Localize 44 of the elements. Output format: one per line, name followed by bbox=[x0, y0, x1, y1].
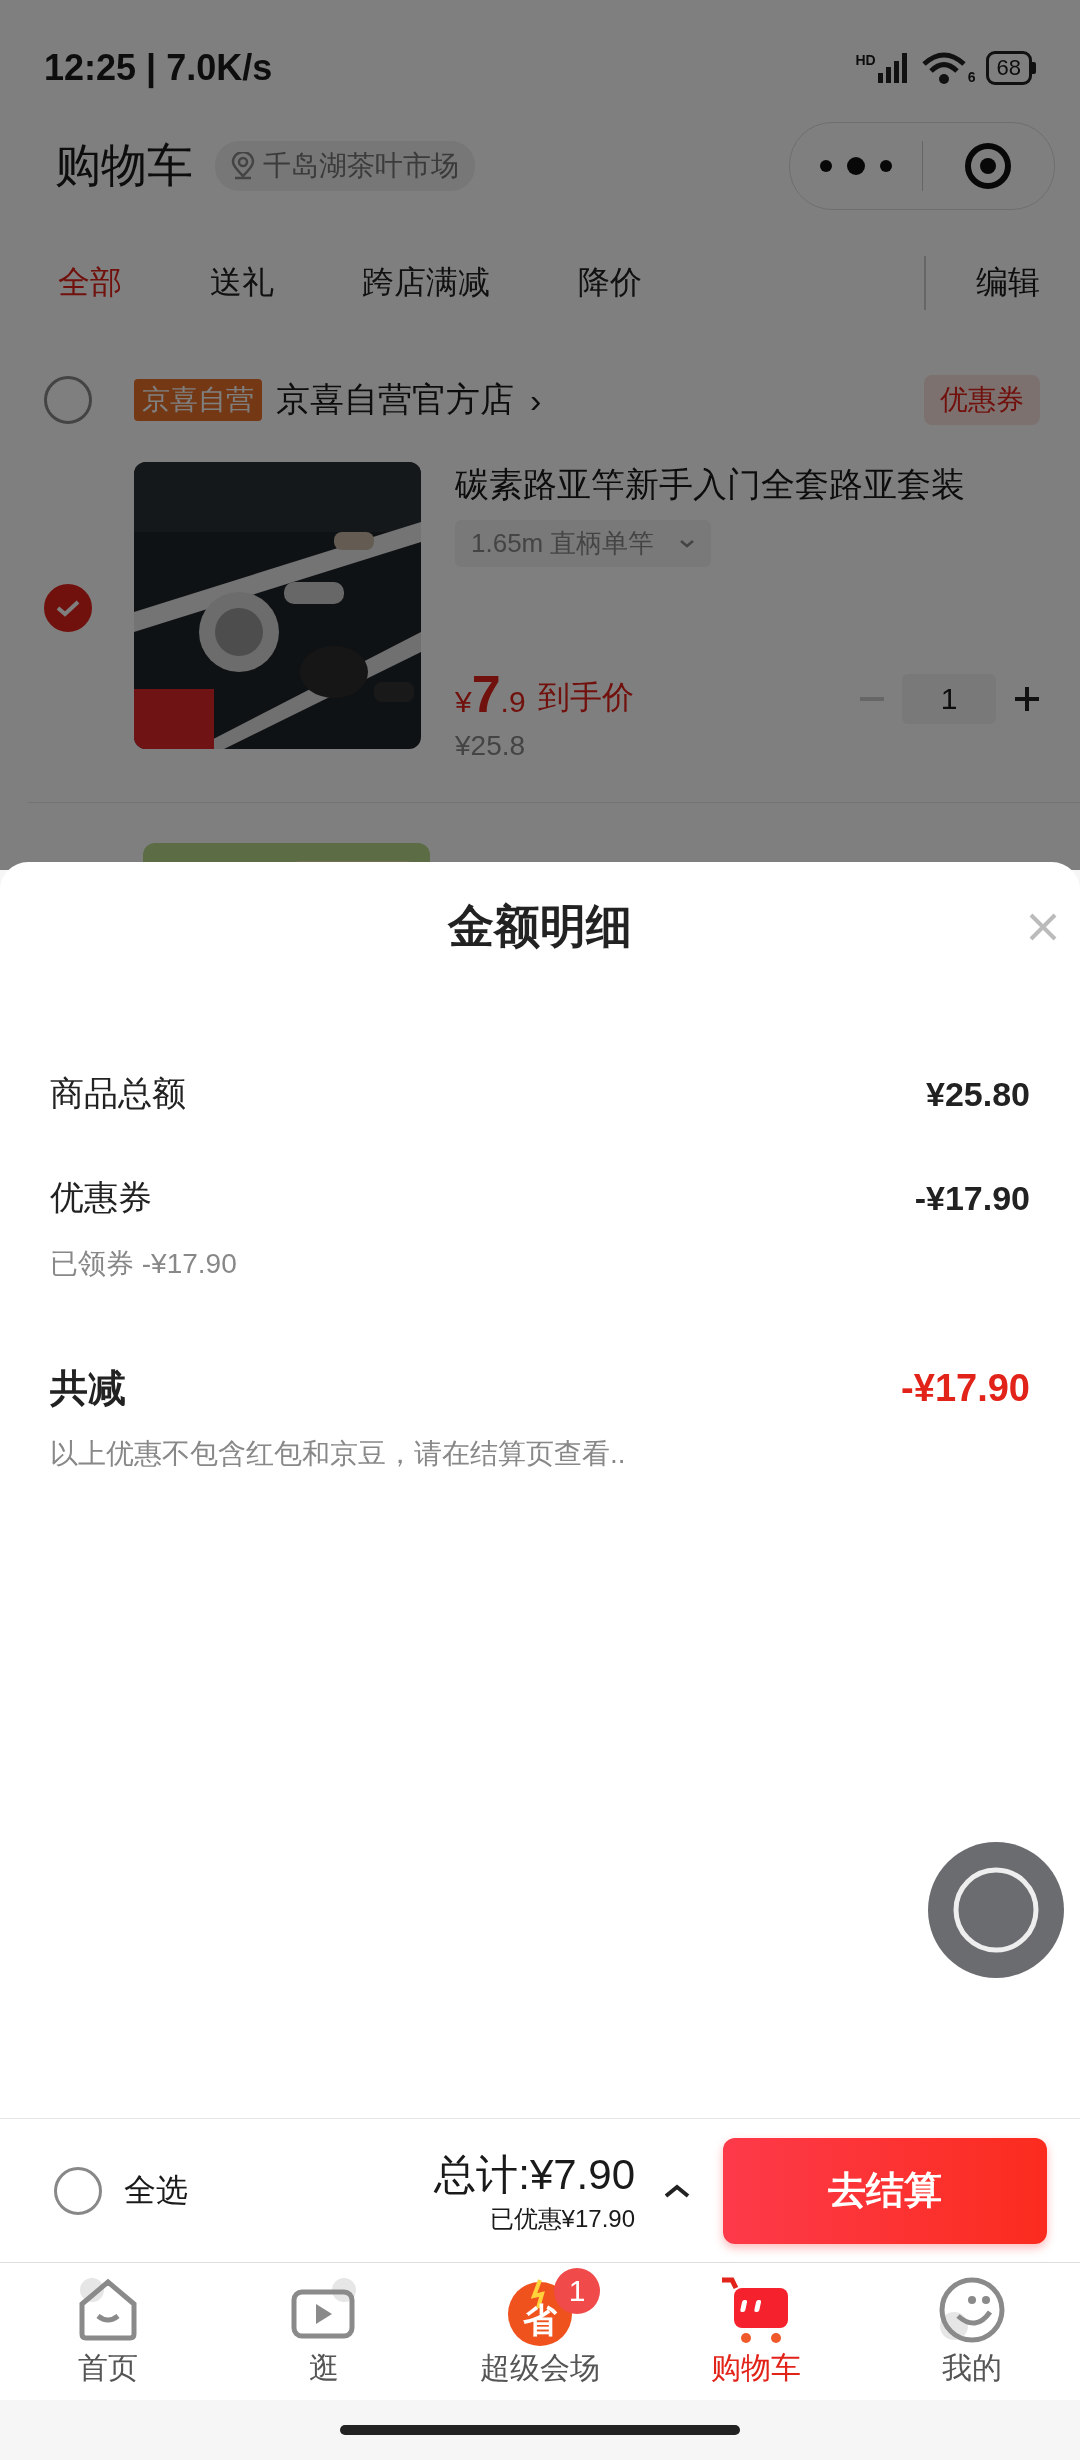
amount-note: 以上优惠不包含红包和京豆，请在结算页查看.. bbox=[50, 1437, 627, 1471]
amount-value: ¥25.80 bbox=[926, 1074, 1030, 1114]
amount-value: -¥17.90 bbox=[914, 1178, 1030, 1218]
filter-tab[interactable]: 降价 bbox=[578, 261, 642, 305]
amount-label: 优惠券 bbox=[50, 1177, 152, 1218]
total-price: 总计:¥7.90 bbox=[434, 2149, 635, 2200]
original-price: ¥25.8 bbox=[455, 730, 527, 762]
store-name[interactable]: 京喜自营官方店 bbox=[276, 377, 514, 423]
location-pin-icon bbox=[231, 152, 255, 180]
tab-bar-item[interactable]: 购物车 bbox=[648, 2263, 864, 2400]
checkout-button[interactable]: 去结算 bbox=[723, 2137, 1047, 2244]
filter-tab[interactable]: 送礼 bbox=[210, 261, 274, 305]
plus-icon[interactable] bbox=[1014, 686, 1040, 712]
quantity-field[interactable]: 1 bbox=[902, 674, 996, 724]
location-chip[interactable]: 千岛湖茶叶市场 bbox=[215, 141, 475, 191]
filter-tab[interactable]: 全部 bbox=[58, 261, 122, 305]
amount-value: -¥17.90 bbox=[901, 1366, 1030, 1410]
product-title[interactable]: 碳素路亚竿新手入门全套路亚套装 bbox=[455, 462, 1040, 508]
price-note: 到手价 bbox=[537, 678, 634, 717]
store-badge: 京喜自营 bbox=[134, 379, 262, 421]
tab-bar-item[interactable]: 我的 bbox=[864, 2263, 1080, 2400]
product-price: ¥7.9 bbox=[455, 664, 526, 724]
tab-bar-item[interactable]: 首页 bbox=[0, 2263, 216, 2400]
savings-amount: 已优惠¥17.90 bbox=[489, 2203, 635, 2234]
tab-bar-item[interactable]: 逛 bbox=[216, 2263, 432, 2400]
amount-note: 已领券 -¥17.90 bbox=[50, 1247, 238, 1281]
checkbox[interactable] bbox=[44, 584, 92, 632]
select-all-label[interactable]: 全选 bbox=[124, 2168, 188, 2213]
amount-label: 共减 bbox=[50, 1365, 126, 1411]
caret-icon[interactable] bbox=[663, 2182, 691, 2199]
page-title: 购物车 bbox=[55, 138, 193, 193]
caret-icon bbox=[678, 538, 695, 549]
checkbox[interactable] bbox=[44, 376, 92, 424]
chevron-icon[interactable]: › bbox=[530, 380, 542, 420]
amount-label: 商品总额 bbox=[50, 1073, 186, 1114]
coupon-button[interactable]: 优惠券 bbox=[924, 375, 1040, 425]
sheet-title: 金额明细 bbox=[448, 899, 632, 954]
target-icon[interactable] bbox=[964, 142, 1013, 190]
status-time: 12:25 | 7.0K/s bbox=[44, 47, 273, 89]
edit-link[interactable]: 编辑 bbox=[976, 261, 1040, 305]
checkbox[interactable] bbox=[54, 2166, 102, 2215]
filter-tab[interactable]: 跨店满减 bbox=[362, 261, 490, 305]
more-icon[interactable] bbox=[817, 156, 894, 176]
check-icon bbox=[55, 598, 81, 618]
